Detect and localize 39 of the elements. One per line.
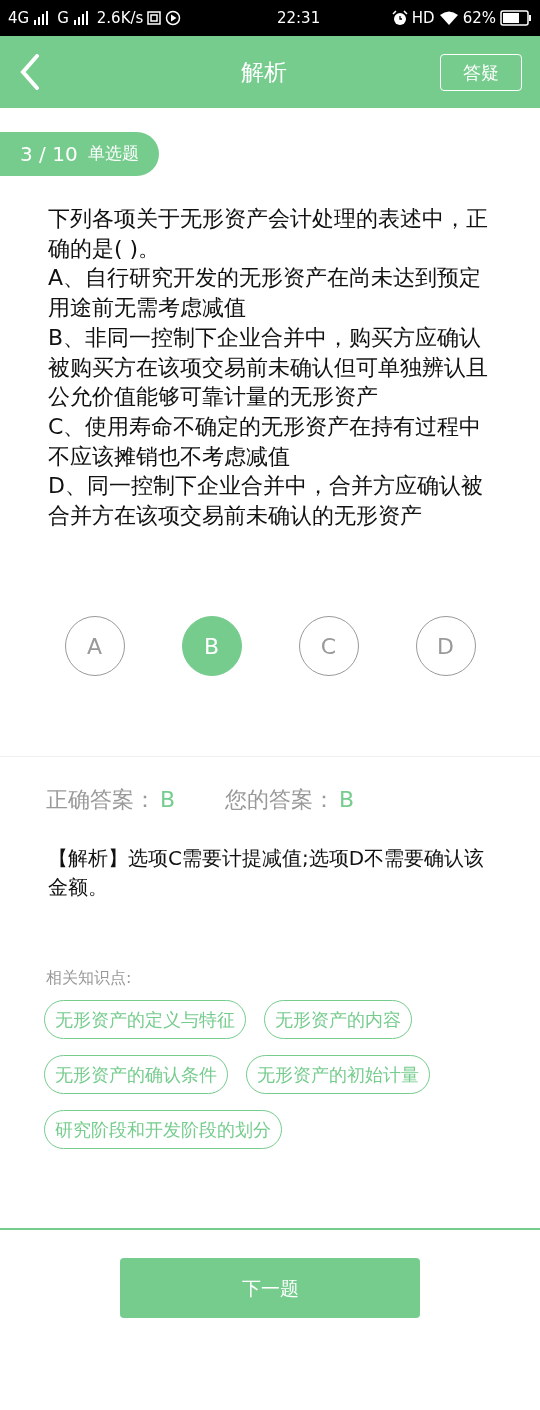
- battery-icon: [500, 10, 532, 26]
- question-text: B、非同一控制下企业合并中，购买方应确认被购买方在该项交易前未确认但可单独辨认且公允价值能够可靠计量的无形资产: [48, 323, 488, 412]
- question-type: 单选题: [87, 142, 139, 166]
- question-text: A、自行研究开发的无形资产在尚未达到预定用途前无需考虑减值: [48, 264, 483, 323]
- alarm-icon: [391, 10, 408, 26]
- knowledge-tag[interactable]: 研究阶段和开发阶段的划分: [44, 1110, 282, 1149]
- knowledge-label: 相关知识点:: [45, 967, 133, 989]
- speed-text: 2.6K/s: [96, 7, 144, 29]
- option-button[interactable]: A: [64, 616, 125, 676]
- back-icon[interactable]: [20, 54, 40, 90]
- signal-icon: [72, 11, 89, 25]
- play-icon: [165, 10, 182, 26]
- correct-answer: B: [160, 786, 176, 814]
- answer-label: 您的答案：: [225, 786, 336, 814]
- network-label: 4G: [8, 7, 30, 29]
- s-box-icon: [147, 11, 162, 25]
- option-button[interactable]: D: [415, 616, 476, 676]
- knowledge-tag[interactable]: 无形资产的内容: [264, 1000, 412, 1039]
- user-answer: B: [339, 786, 355, 814]
- ask-button[interactable]: 答疑: [440, 53, 522, 91]
- question-text: D、同一控制下企业合并中，合并方应确认被合并方在该项交易前未确认的无形资产: [48, 472, 484, 531]
- wifi-icon: [438, 10, 459, 26]
- page-title: 解析: [241, 57, 287, 87]
- signal-icon: [33, 11, 50, 25]
- status-time: 22:31: [276, 7, 321, 29]
- knowledge-tag[interactable]: 无形资产的初始计量: [246, 1055, 430, 1094]
- question-text: C、使用寿命不确定的无形资产在持有过程中不应该摊销也不考虑减值: [48, 412, 483, 471]
- next-button[interactable]: 下一题: [120, 1258, 420, 1318]
- network-label: G: [57, 7, 69, 29]
- knowledge-tag[interactable]: 无形资产的确认条件: [44, 1055, 228, 1094]
- option-button[interactable]: B: [181, 616, 242, 676]
- progress-count: 3 / 10: [20, 141, 78, 168]
- hd-label: HD: [411, 7, 435, 29]
- analysis-text: 【解析】选项C需要计提减值;选项D不需要确认该金额。: [48, 845, 486, 901]
- battery-text: 62%: [462, 7, 496, 29]
- option-button[interactable]: C: [298, 616, 359, 676]
- knowledge-tag[interactable]: 无形资产的定义与特征: [44, 1000, 246, 1039]
- answer-label: 正确答案：: [46, 786, 156, 814]
- question-text: 下列各项关于无形资产会计处理的表述中，正确的是( )。: [48, 205, 488, 263]
